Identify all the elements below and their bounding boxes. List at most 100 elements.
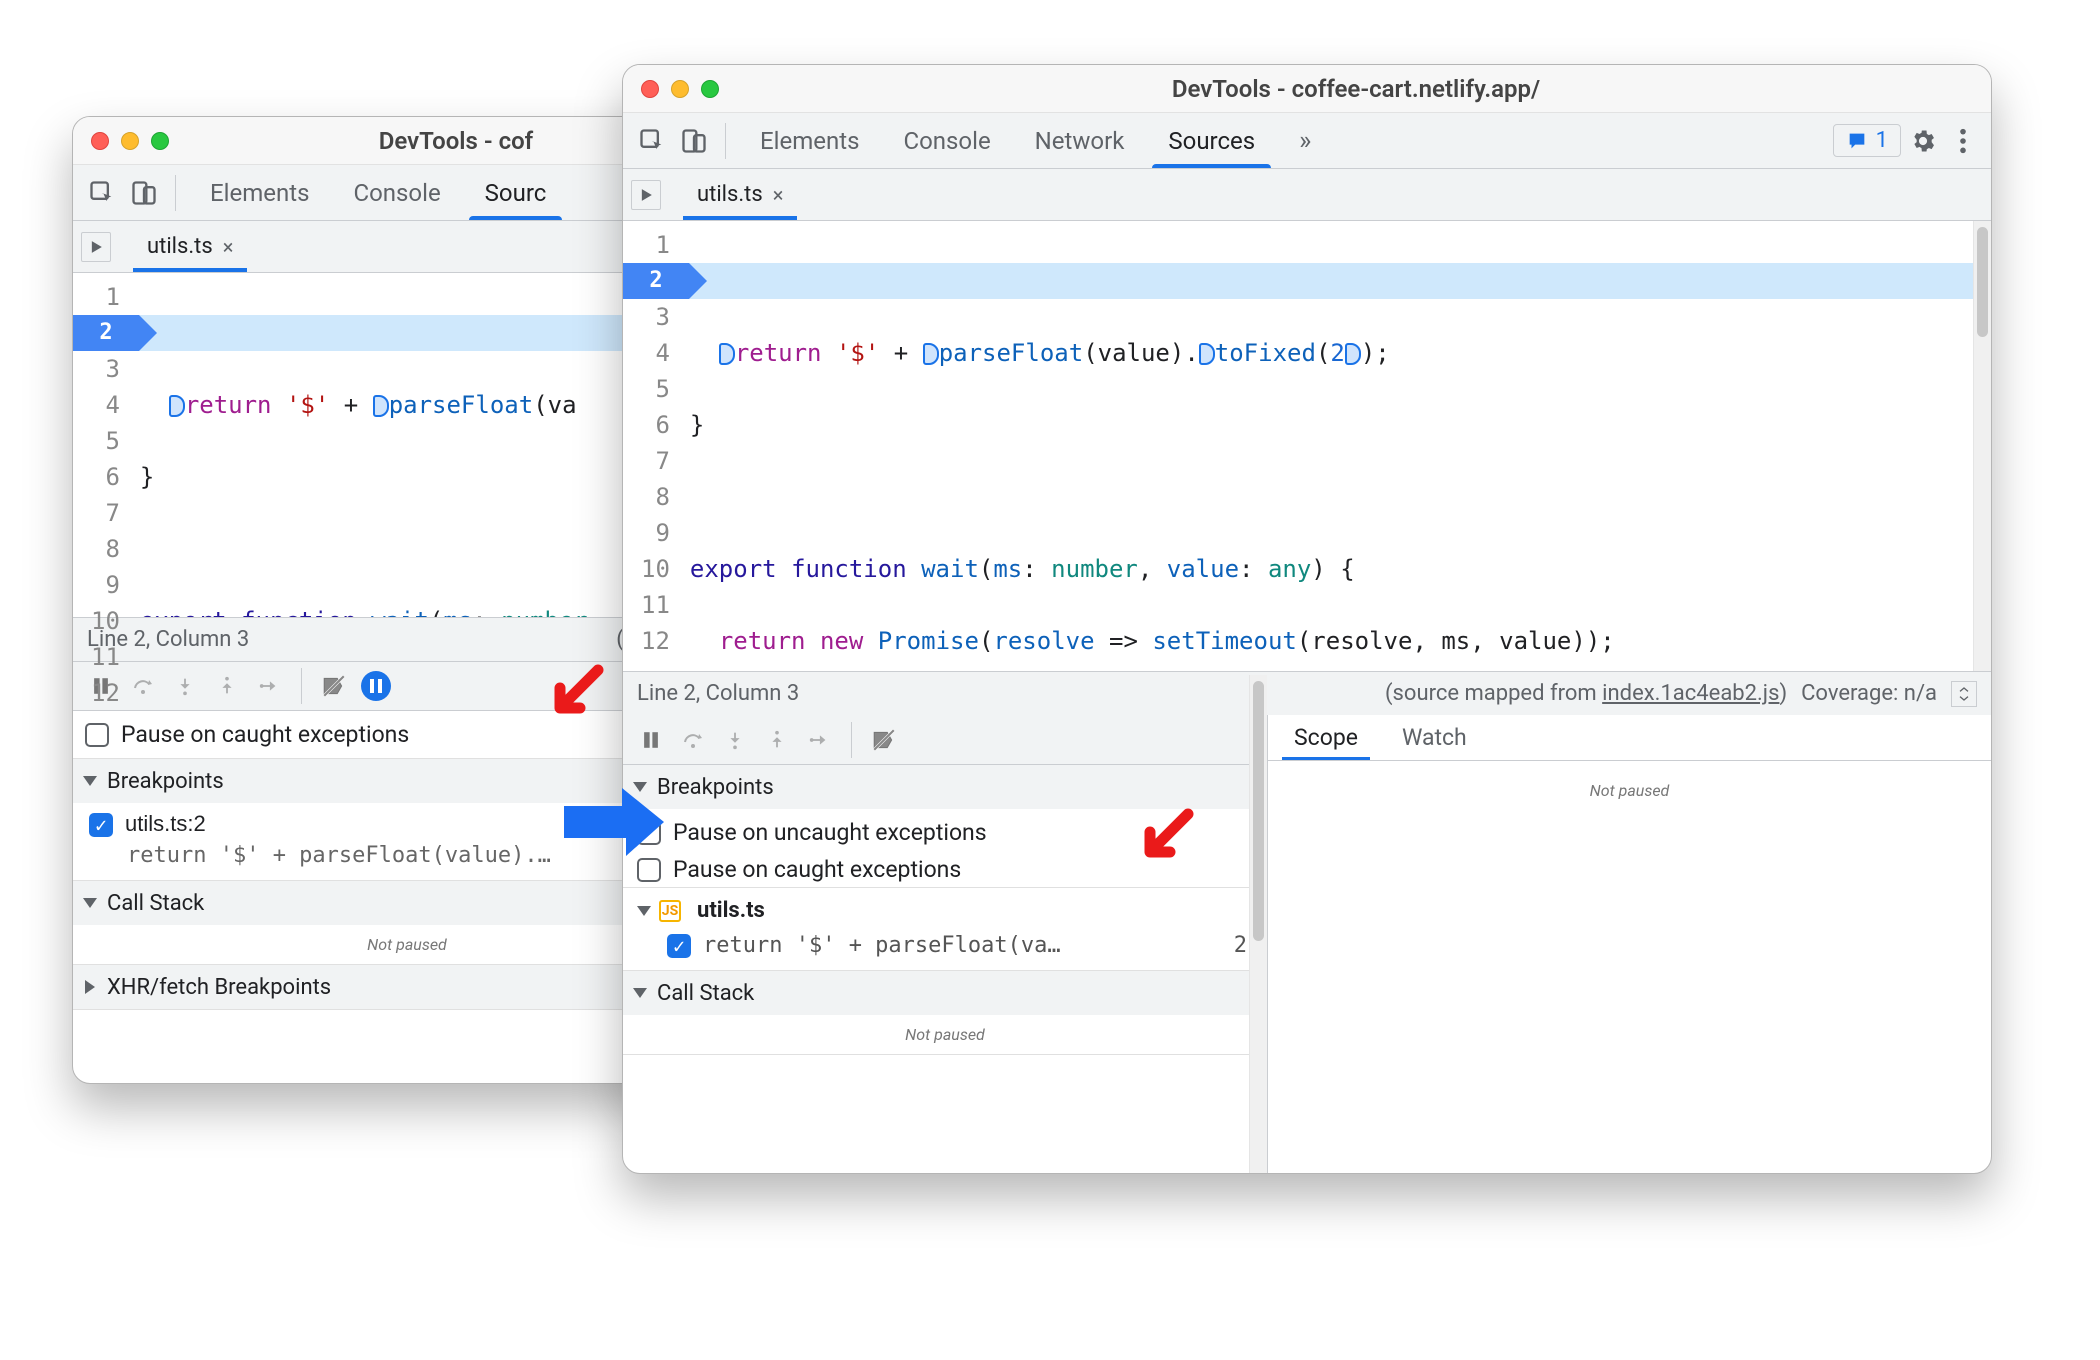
panel-tabs: Elements Console Sourc [188,165,568,220]
pause-uncaught-checkbox[interactable] [637,821,661,845]
step-into-icon[interactable] [167,668,203,704]
tab-sources[interactable]: Sources [1146,113,1277,168]
file-tab-label: utils.ts [697,182,763,207]
step-marker-icon [1345,343,1361,365]
call-stack-header[interactable]: Call Stack [623,971,1267,1015]
close-icon[interactable]: × [223,235,234,259]
chevron-down-icon [637,906,651,916]
step-marker-icon [923,343,939,365]
file-tab-utils[interactable]: utils.ts × [683,169,797,220]
devtools-toolbar: Elements Console Network Sources » 1 [623,113,1991,169]
call-stack-section: Call Stack Not paused [623,971,1267,1055]
breakpoint-file: utils.ts [697,898,765,923]
breakpoint-preview: return '$' + parseFloat(va… [703,933,1234,958]
tab-scope[interactable]: Scope [1276,715,1376,760]
cursor-position: Line 2, Column 3 [637,681,799,706]
more-tabs-icon[interactable]: » [1277,113,1333,168]
expand-icon[interactable] [1951,681,1977,707]
tab-sources[interactable]: Sourc [463,165,569,220]
separator [851,722,852,758]
step-marker-icon [373,395,389,417]
close-icon[interactable] [91,132,109,150]
pause-caught-checkbox[interactable] [637,858,661,882]
pause-caught-checkbox[interactable] [85,723,109,747]
pause-caught-label: Pause on caught exceptions [121,721,409,748]
inspect-icon[interactable] [83,174,121,212]
breakpoint-title[interactable]: utils.ts:2 [125,811,206,836]
devtools-window-after: DevTools - coffee-cart.netlify.app/ Elem… [622,64,1992,1174]
source-map-info: (source mapped from index.1ac4eab2.js) [1385,681,1787,706]
breakpoint-file-row[interactable]: JS utils.ts [637,898,1253,923]
editor-status: Line 2, Column 3 (source mapped from ind… [623,671,1991,715]
minimize-icon[interactable] [121,132,139,150]
breakpoint-checkbox[interactable] [667,934,691,958]
tab-watch[interactable]: Watch [1384,715,1485,760]
separator [301,668,302,704]
breakpoint-marker[interactable]: 2 [623,263,689,299]
file-tab-label: utils.ts [147,234,213,259]
step-out-icon[interactable] [759,722,795,758]
step-out-icon[interactable] [209,668,245,704]
pause-icon[interactable] [633,722,669,758]
mapped-file-link[interactable]: index.1ac4eab2.js [1602,681,1779,706]
close-icon[interactable] [641,80,659,98]
titlebar[interactable]: DevTools - coffee-cart.netlify.app/ [623,65,1991,113]
separator [725,123,726,159]
show-navigator-icon[interactable] [81,232,111,262]
window-title: DevTools - coffee-cart.netlify.app/ [739,75,1973,103]
inspect-icon[interactable] [633,122,671,160]
tab-console[interactable]: Console [881,113,1012,168]
js-file-icon: JS [659,900,681,922]
more-icon[interactable] [1945,123,1981,159]
step-into-icon[interactable] [717,722,753,758]
breakpoint-marker[interactable]: 2 [73,315,139,351]
minimize-icon[interactable] [671,80,689,98]
file-tabstrip: utils.ts × [623,169,1991,221]
pause-caught-label: Pause on caught exceptions [673,856,961,883]
step-over-icon[interactable] [675,722,711,758]
pause-on-exceptions-icon[interactable] [358,668,394,704]
deactivate-breakpoints-icon[interactable] [316,668,352,704]
window-controls[interactable] [91,132,169,150]
step-marker-icon [1199,343,1215,365]
coverage-label: Coverage: n/a [1801,681,1937,706]
device-icon[interactable] [125,174,163,212]
step-icon[interactable] [251,668,287,704]
maximize-icon[interactable] [151,132,169,150]
maximize-icon[interactable] [701,80,719,98]
chevron-down-icon [633,782,647,792]
window-controls[interactable] [641,80,719,98]
issues-count: 1 [1876,128,1888,153]
step-icon[interactable] [801,722,837,758]
file-tab-utils[interactable]: utils.ts × [133,221,247,272]
breakpoints-section: Breakpoints Pause on uncaught exceptions… [623,765,1267,971]
tab-console[interactable]: Console [331,165,462,220]
step-marker-icon [169,395,185,417]
separator [175,175,176,211]
tab-elements[interactable]: Elements [738,113,881,168]
deactivate-breakpoints-icon[interactable] [866,722,902,758]
breakpoint-checkbox[interactable] [89,813,113,837]
panel-tabs: Elements Console Network Sources » [738,113,1333,168]
scope-watch-tabs: Scope Watch [1268,715,1991,761]
tab-network[interactable]: Network [1013,113,1147,168]
chevron-down-icon [83,776,97,786]
device-icon[interactable] [675,122,713,160]
tab-elements[interactable]: Elements [188,165,331,220]
step-marker-icon [719,343,735,365]
debugger-toolbar [623,715,1267,765]
breakpoints-header[interactable]: Breakpoints [623,765,1267,809]
issues-button[interactable]: 1 [1833,124,1901,157]
scrollbar[interactable] [1973,221,1991,671]
scrollbar[interactable] [1249,675,1267,1173]
close-icon[interactable]: × [773,183,784,207]
settings-icon[interactable] [1905,123,1941,159]
step-over-icon[interactable] [125,668,161,704]
chevron-down-icon [633,988,647,998]
code-editor[interactable]: 2 123456789101112 export function curren… [623,221,1991,671]
chevron-down-icon [83,898,97,908]
not-paused-label: Not paused [1268,771,1991,810]
show-navigator-icon[interactable] [631,180,661,210]
pause-uncaught-label: Pause on uncaught exceptions [673,819,987,846]
debugger-panels: Breakpoints Pause on uncaught exceptions… [623,715,1991,1173]
